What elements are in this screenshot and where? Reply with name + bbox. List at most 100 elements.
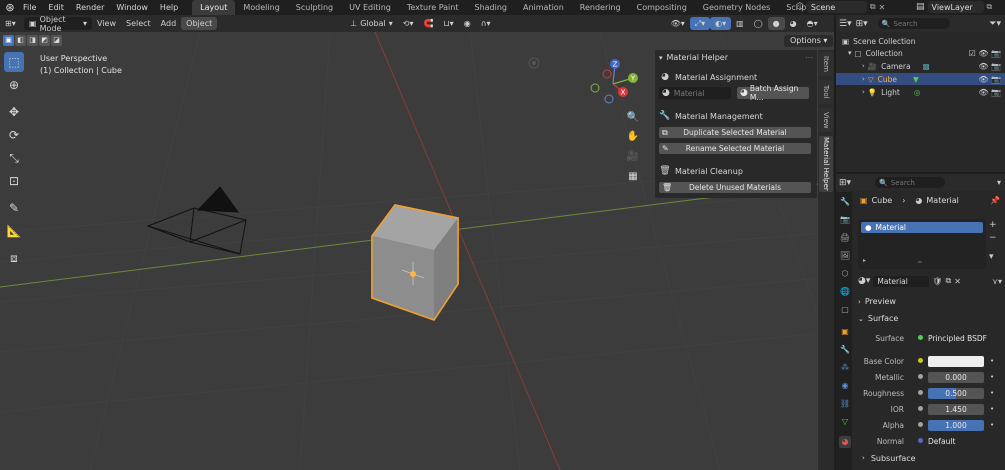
tab-material-helper[interactable]: Material Helper bbox=[819, 136, 833, 192]
gizmo-toggle-icon[interactable]: ⤢▾ bbox=[689, 17, 711, 30]
physics-tab-icon[interactable]: ◉ bbox=[839, 380, 851, 392]
select-extend-icon[interactable]: ◧ bbox=[15, 35, 26, 46]
rotate-tool-icon[interactable]: ⟳ bbox=[4, 125, 24, 145]
tab-view[interactable]: View bbox=[819, 108, 833, 132]
keyframe-dot-icon[interactable]: • bbox=[990, 373, 994, 381]
material-shading-icon[interactable]: ◕ bbox=[785, 17, 802, 30]
scene-tab-icon[interactable]: ⬡ bbox=[839, 268, 851, 280]
display-mode-icon[interactable]: ⊞▾ bbox=[856, 19, 868, 29]
perspective-toggle-icon[interactable]: ▦ bbox=[624, 171, 642, 185]
world-tab-icon[interactable]: 🌐 bbox=[839, 286, 851, 298]
select-box-tool-icon[interactable]: ⬚ bbox=[4, 52, 24, 72]
ior-field[interactable]: 1.450 bbox=[928, 403, 984, 415]
visibility-icon[interactable]: 👁▾ bbox=[666, 17, 690, 30]
outliner-search-input[interactable]: 🔍 Search bbox=[877, 18, 950, 29]
rename-material-button[interactable]: ✎ Rename Selected Material bbox=[659, 143, 811, 154]
add-cube-tool-icon[interactable]: ⧈ bbox=[4, 248, 24, 268]
visibility-icon[interactable]: 👁 📷 bbox=[978, 88, 1001, 97]
constraints-tab-icon[interactable]: ⛓ bbox=[839, 398, 851, 410]
tab-sculpting[interactable]: Sculpting bbox=[288, 0, 341, 15]
roughness-slider[interactable]: 0.500 bbox=[928, 387, 984, 399]
annotate-tool-icon[interactable]: ✎ bbox=[4, 198, 24, 218]
editor-type-icon[interactable]: ⊞▾ bbox=[839, 178, 851, 188]
material-slot-item[interactable]: ● Material bbox=[861, 222, 983, 233]
tab-layout[interactable]: Layout bbox=[192, 0, 236, 15]
link-icon[interactable]: ⋎▾ bbox=[992, 277, 1002, 286]
scene-selector[interactable]: ⬡ Scene ⧉ ✕ bbox=[796, 1, 885, 13]
menu-object[interactable]: Object bbox=[181, 17, 218, 30]
delete-unused-materials-button[interactable]: 🗑 Delete Unused Materials bbox=[659, 182, 811, 193]
chevron-right-icon[interactable]: › bbox=[862, 62, 865, 70]
transform-orientation-dropdown[interactable]: ⊥ Global ▾ bbox=[345, 17, 398, 30]
output-tab-icon[interactable]: 🖨 bbox=[839, 232, 851, 244]
scene-collection-row[interactable]: ▣ Scene Collection bbox=[836, 35, 1005, 47]
menu-help[interactable]: Help bbox=[154, 0, 184, 15]
scene-browse-icon[interactable]: ⧉ bbox=[870, 2, 876, 12]
view-layer-name-field[interactable]: ViewLayer bbox=[927, 1, 984, 13]
panel-header[interactable]: ▾ Material Helper ⋯ bbox=[659, 53, 813, 62]
render-tab-icon[interactable]: 📷 bbox=[839, 214, 851, 226]
outliner-item-camera[interactable]: › 🎥 Camera ▩ 👁 📷 bbox=[836, 60, 1005, 72]
cursor-tool-icon[interactable]: ⊕ bbox=[4, 75, 24, 95]
close-icon[interactable]: ✕ bbox=[954, 277, 961, 286]
tab-uv-editing[interactable]: UV Editing bbox=[341, 0, 399, 15]
solid-shading-icon[interactable]: ● bbox=[767, 17, 785, 30]
object-tab-icon[interactable]: ▣ bbox=[839, 326, 851, 338]
light-object[interactable] bbox=[528, 57, 540, 69]
cube-object[interactable] bbox=[371, 204, 459, 321]
snap-icon[interactable]: 🧲 bbox=[418, 17, 438, 30]
preview-section-header[interactable]: › Preview bbox=[858, 295, 1002, 308]
move-tool-icon[interactable]: ✥ bbox=[4, 102, 24, 122]
chevron-down-icon[interactable]: ▾ bbox=[997, 178, 1001, 187]
pivot-point-icon[interactable]: ⟲▾ bbox=[398, 17, 419, 30]
particles-tab-icon[interactable]: ⁂ bbox=[839, 362, 851, 374]
drag-handle-icon[interactable]: ⋯ bbox=[805, 53, 813, 62]
transform-tool-icon[interactable]: ⊡ bbox=[4, 171, 24, 191]
chevron-right-icon[interactable]: › bbox=[862, 75, 865, 83]
add-slot-icon[interactable]: + bbox=[989, 220, 997, 230]
filter-icon[interactable]: ⏷▾ bbox=[989, 19, 1001, 29]
keyframe-dot-icon[interactable]: • bbox=[990, 421, 994, 429]
menu-view[interactable]: View bbox=[92, 17, 121, 30]
menu-window[interactable]: Window bbox=[110, 0, 154, 15]
measure-tool-icon[interactable]: 📐 bbox=[4, 221, 24, 241]
proportional-edit-icon[interactable]: ◉ bbox=[459, 17, 476, 30]
tab-shading[interactable]: Shading bbox=[466, 0, 515, 15]
duplicate-material-button[interactable]: ⧉ Duplicate Selected Material bbox=[659, 127, 811, 138]
scene-name-field[interactable]: Scene bbox=[806, 1, 867, 13]
subsurface-section-header[interactable]: › Subsurface bbox=[862, 452, 1002, 464]
metallic-slider[interactable]: 0.000 bbox=[928, 371, 984, 383]
camera-object[interactable] bbox=[146, 186, 247, 255]
chevron-down-icon[interactable]: ▾ bbox=[848, 49, 852, 57]
options-button[interactable]: Options ▾ bbox=[784, 35, 834, 47]
falloff-icon[interactable]: ∩▾ bbox=[476, 17, 496, 30]
keyframe-dot-icon[interactable]: • bbox=[990, 405, 994, 413]
mode-dropdown[interactable]: ▣ Object Mode ▾ bbox=[24, 15, 92, 33]
remove-slot-icon[interactable]: − bbox=[989, 233, 997, 243]
visibility-icon[interactable]: 👁 📷 bbox=[978, 75, 1001, 84]
menu-edit[interactable]: Edit bbox=[42, 0, 70, 15]
tab-compositing[interactable]: Compositing bbox=[629, 0, 695, 15]
surface-section-header[interactable]: ⌄ Surface bbox=[858, 312, 1002, 325]
blender-logo-icon[interactable]: ⊛ bbox=[3, 1, 17, 15]
mesh-data-icon[interactable]: ▼ bbox=[913, 75, 919, 84]
select-subtract-icon[interactable]: ◨ bbox=[27, 35, 38, 46]
keyframe-dot-icon[interactable]: • bbox=[990, 389, 994, 397]
material-browse-icon[interactable]: ◕▾ bbox=[858, 276, 870, 286]
visibility-icon[interactable]: 👁 📷 bbox=[978, 62, 1001, 71]
modifier-tab-icon[interactable]: 🔧 bbox=[839, 344, 851, 356]
fake-user-icon[interactable]: 🛡 bbox=[932, 277, 942, 286]
editor-type-icon[interactable]: ☰▾ bbox=[839, 19, 852, 29]
overlay-toggle-icon[interactable]: ◐▾ bbox=[710, 17, 732, 30]
view-layer-tab-icon[interactable]: 🖼 bbox=[839, 250, 851, 262]
normal-input-field[interactable]: Default bbox=[928, 437, 955, 446]
expand-icon[interactable]: ▸ bbox=[863, 257, 866, 264]
chevron-down-icon[interactable]: ▾ bbox=[989, 252, 997, 262]
tab-texture-paint[interactable]: Texture Paint bbox=[399, 0, 467, 15]
base-color-swatch[interactable] bbox=[928, 355, 984, 367]
select-invert-icon[interactable]: ◩ bbox=[39, 35, 50, 46]
material-selector-field[interactable]: ◕ Material bbox=[659, 87, 731, 99]
batch-assign-button[interactable]: ◕ Batch Assign M... bbox=[737, 84, 809, 102]
material-slot-list[interactable]: ● Material ▸ ═ bbox=[858, 219, 986, 269]
checkbox-icon[interactable]: ☑ 👁 📷 bbox=[969, 49, 1001, 58]
